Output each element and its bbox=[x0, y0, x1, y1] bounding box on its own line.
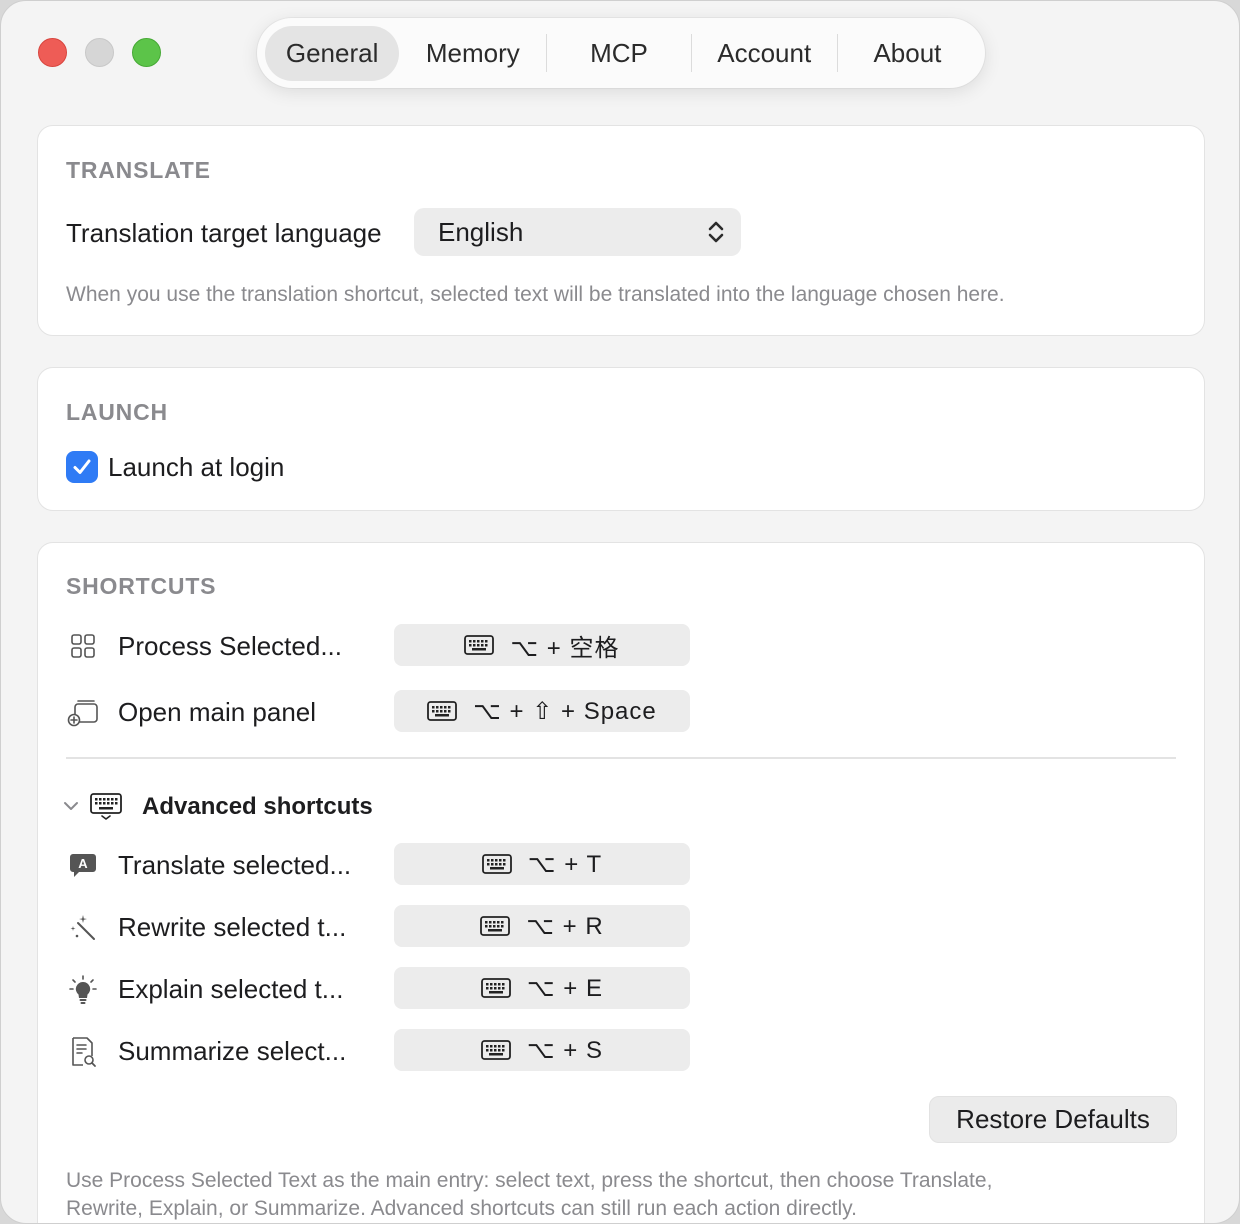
close-window-button[interactable] bbox=[38, 38, 67, 67]
shortcut-label: Rewrite selected t... bbox=[118, 912, 347, 942]
shortcut-keys: ⌥ + S bbox=[526, 1036, 603, 1064]
shortcut-keys: ⌥ + 空格 bbox=[510, 634, 620, 662]
keyboard-icon bbox=[480, 916, 511, 936]
keyboard-icon bbox=[481, 1040, 511, 1060]
chevron-down-icon[interactable] bbox=[62, 797, 80, 820]
tab-mcp[interactable]: MCP bbox=[547, 26, 690, 81]
shortcut-keys: ⌥ + T bbox=[527, 850, 603, 878]
translate-section: TRANSLATE Translation target language En… bbox=[37, 125, 1205, 336]
shortcut-recorder[interactable]: ⌥ + T bbox=[394, 843, 690, 885]
tab-bar: General Memory MCP Account About bbox=[257, 18, 985, 88]
translate-bubble-icon: A bbox=[66, 849, 100, 883]
shortcuts-help-line-2: Rewrite, Explain, or Summarize. Advanced… bbox=[66, 1197, 857, 1220]
tab-memory[interactable]: Memory bbox=[399, 26, 546, 81]
shortcut-recorder[interactable]: ⌥ + ⇧ + Space bbox=[394, 690, 690, 732]
shortcut-label: Open main panel bbox=[118, 697, 317, 727]
launch-at-login-label[interactable]: Launch at login bbox=[108, 452, 284, 483]
shortcut-recorder[interactable]: ⌥ + S bbox=[394, 1029, 690, 1071]
shortcut-keys: ⌥ + R bbox=[526, 912, 604, 940]
magic-wand-icon bbox=[66, 911, 100, 945]
tab-account[interactable]: Account bbox=[692, 26, 837, 81]
section-divider bbox=[66, 757, 1176, 759]
selected-language: English bbox=[438, 216, 524, 247]
shortcut-label: Process Selected... bbox=[118, 631, 342, 661]
tab-about[interactable]: About bbox=[838, 26, 977, 81]
settings-window: General Memory MCP Account About TRANSLA… bbox=[0, 0, 1240, 1224]
shortcut-keys: ⌥ + ⇧ + Space bbox=[473, 697, 657, 725]
shortcut-recorder[interactable]: ⌥ + R bbox=[394, 905, 690, 947]
shortcuts-section: SHORTCUTS Process Selected... ⌥ + 空格 Ope… bbox=[37, 542, 1205, 1223]
shortcut-label: Translate selected... bbox=[118, 850, 352, 880]
svg-text:A: A bbox=[78, 856, 88, 871]
restore-defaults-button[interactable]: Restore Defaults bbox=[929, 1096, 1177, 1143]
launch-at-login-checkbox[interactable] bbox=[66, 451, 98, 483]
section-title: LAUNCH bbox=[66, 399, 168, 425]
shortcut-label: Summarize select... bbox=[118, 1036, 347, 1066]
advanced-shortcuts-toggle[interactable]: Advanced shortcuts bbox=[142, 793, 373, 821]
keyboard-icon bbox=[481, 978, 511, 998]
shortcut-recorder[interactable]: ⌥ + E bbox=[394, 967, 690, 1009]
keyboard-icon bbox=[481, 854, 512, 874]
translate-help-text: When you use the translation shortcut, s… bbox=[66, 283, 1005, 306]
keyboard-icon bbox=[427, 701, 458, 721]
launch-section: LAUNCH Launch at login bbox=[37, 367, 1205, 511]
lightbulb-icon bbox=[66, 973, 100, 1007]
section-title: TRANSLATE bbox=[66, 157, 211, 183]
section-title: SHORTCUTS bbox=[66, 573, 217, 599]
panel-add-icon bbox=[66, 695, 100, 729]
document-search-icon bbox=[66, 1035, 100, 1069]
shortcut-label: Explain selected t... bbox=[118, 974, 344, 1004]
shortcuts-help-line-1: Use Process Selected Text as the main en… bbox=[66, 1169, 993, 1192]
translation-target-label: Translation target language bbox=[66, 218, 382, 248]
minimize-window-button[interactable] bbox=[85, 38, 114, 67]
keyboard-icon bbox=[90, 793, 122, 826]
grid-icon bbox=[66, 629, 100, 663]
traffic-lights bbox=[38, 38, 161, 67]
keyboard-icon bbox=[464, 635, 495, 655]
zoom-window-button[interactable] bbox=[132, 38, 161, 67]
updown-chevron-icon bbox=[707, 218, 725, 253]
translation-language-select[interactable]: English bbox=[414, 208, 741, 256]
tab-general[interactable]: General bbox=[265, 25, 400, 81]
shortcut-recorder[interactable]: ⌥ + 空格 bbox=[394, 624, 690, 666]
shortcut-keys: ⌥ + E bbox=[526, 974, 603, 1002]
checkmark-icon bbox=[73, 459, 91, 474]
